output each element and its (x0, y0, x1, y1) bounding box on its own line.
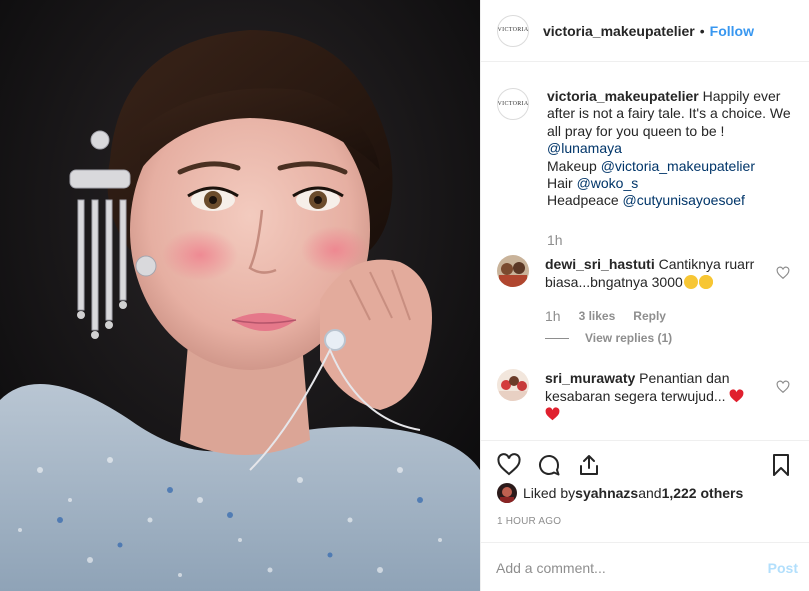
instagram-post-modal: VICTORIA victoria_makeupatelier • Follow… (0, 0, 809, 591)
replies-divider (545, 337, 569, 339)
caption-username[interactable]: victoria_makeupatelier (547, 88, 699, 104)
post-side-panel: VICTORIA victoria_makeupatelier • Follow… (480, 0, 809, 591)
portrait-image (0, 0, 480, 591)
comment-icon[interactable] (537, 453, 561, 477)
mention-makeup[interactable]: @victoria_makeupatelier (601, 158, 755, 174)
likes-prefix: Liked by (523, 485, 576, 501)
likes-summary: Liked by syahnazs and 1,222 others (497, 483, 743, 503)
comment-input[interactable] (496, 555, 746, 581)
heart-icon[interactable] (497, 453, 521, 477)
red-heart-emoji-icon (545, 407, 560, 421)
post-timestamp[interactable]: 1 HOUR AGO (497, 516, 561, 527)
comment-like-heart-icon[interactable] (776, 380, 790, 394)
post-photo[interactable] (0, 0, 480, 591)
follow-button[interactable]: Follow (710, 23, 754, 39)
comment-username[interactable]: sri_murawaty (545, 370, 635, 386)
hair-label: Hair (547, 175, 577, 192)
likes-count[interactable]: 1,222 others (662, 485, 744, 501)
comment-username[interactable]: dewi_sri_hastuti (545, 256, 655, 272)
post-caption: VICTORIA victoria_makeupatelier Happily … (497, 88, 797, 210)
view-replies-label[interactable]: View replies (1) (585, 331, 672, 345)
bookmark-icon[interactable] (769, 453, 793, 477)
brand-logo: VICTORIA (497, 100, 529, 107)
comment-item: dewi_sri_hastuti Cantiknya ruarr biasa..… (497, 255, 797, 291)
caption-time[interactable]: 1h (547, 232, 563, 248)
comments-list[interactable]: VICTORIA victoria_makeupatelier Happily … (481, 62, 809, 440)
kiss-emoji-icon (683, 275, 698, 289)
red-heart-emoji-icon (730, 389, 744, 403)
reply-button[interactable]: Reply (633, 309, 666, 323)
comment-text: dewi_sri_hastuti Cantiknya ruarr biasa..… (545, 255, 767, 291)
author-avatar[interactable]: VICTORIA (497, 14, 529, 47)
commenter-avatar[interactable] (497, 255, 529, 287)
caption-text: victoria_makeupatelier Happily ever afte… (547, 88, 797, 210)
post-comment-button[interactable]: Post (768, 560, 798, 576)
view-replies[interactable]: View replies (1) (545, 331, 672, 345)
author-username[interactable]: victoria_makeupatelier (543, 23, 695, 39)
likes-middle: and (638, 485, 662, 501)
comment-likes[interactable]: 3 likes (579, 309, 616, 323)
comment-item: sri_murawaty Penantian dan kesabaran seg… (497, 369, 797, 423)
mention-headpiece[interactable]: @cutyunisayoesoef (623, 192, 745, 208)
commenter-avatar[interactable] (497, 369, 529, 401)
heart-eyes-emoji-icon (698, 275, 713, 289)
comment-time[interactable]: 1h (545, 308, 561, 324)
share-icon[interactable] (577, 453, 601, 477)
comment-text: sri_murawaty Penantian dan kesabaran seg… (545, 369, 767, 423)
mention-hair[interactable]: @woko_s (577, 175, 639, 191)
liker-avatar[interactable] (497, 483, 517, 503)
headpiece-label: Headpeace (547, 192, 623, 209)
mention-lunamaya[interactable]: @lunamaya (547, 140, 622, 156)
header-separator: • (699, 22, 705, 39)
post-header: VICTORIA victoria_makeupatelier • Follow (481, 0, 809, 62)
makeup-label: Makeup (547, 157, 601, 174)
caption-avatar[interactable]: VICTORIA (497, 88, 529, 120)
brand-logo: VICTORIA (497, 27, 529, 33)
comment-like-heart-icon[interactable] (776, 266, 790, 280)
liker-username[interactable]: syahnazs (575, 485, 638, 501)
comment-meta: 1h 3 likes Reply (545, 308, 684, 324)
add-comment-bar: Post (481, 542, 809, 591)
